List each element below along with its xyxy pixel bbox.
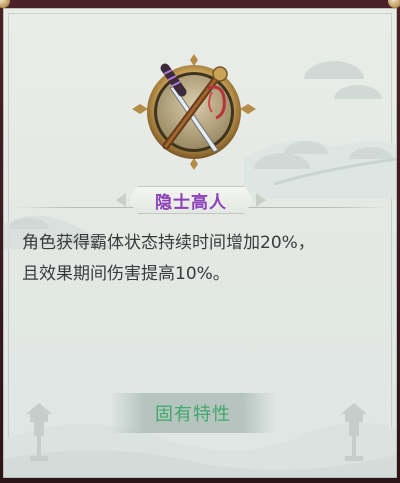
trait-badge: 固有特性 (110, 393, 276, 433)
skill-description-line-2: 且效果期间伤害提高10%。 (22, 264, 230, 284)
corner-ornament-left (0, 0, 10, 8)
skill-description: 角色获得霸体状态持续时间增加20%， 且效果期间伤害提高10%。 (22, 228, 382, 290)
skill-name: 隐士高人 (155, 192, 227, 213)
trait-label: 固有特性 (155, 404, 231, 425)
corner-ornament-right (388, 0, 400, 8)
skill-name-plate: 隐士高人 (128, 186, 254, 214)
crossed-dagger-and-cane-icon (132, 54, 256, 170)
window-frame: 隐士高人 角色获得霸体状态持续时间增加20%， 且效果期间伤害提高10%。 固有… (0, 0, 400, 483)
skill-description-line-1: 角色获得霸体状态持续时间增加20%， (22, 233, 315, 253)
